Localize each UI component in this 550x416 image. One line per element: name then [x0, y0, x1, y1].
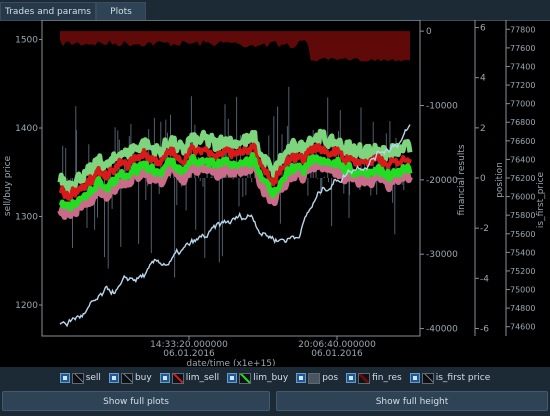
checkbox-lim-buy[interactable] [227, 373, 238, 383]
legend-item-is-first-price[interactable]: is_first price [409, 372, 491, 384]
legend-label-lim-buy: lim_buy [253, 373, 289, 383]
lim-buy-swatch-icon [239, 372, 252, 384]
left-tick-label: 1400 [15, 124, 38, 134]
first-tick-label: 77000 [510, 100, 535, 109]
pos-tick-label: -4 [480, 274, 489, 284]
legend-item-lim-sell[interactable]: lim_sell [159, 372, 220, 384]
tab-bar: Trades and params Plots [0, 0, 550, 20]
first-tick-label: 76600 [510, 137, 535, 146]
legend-label-fin-res: fin_res [372, 373, 402, 383]
show-full-height-button[interactable]: Show full height [276, 391, 548, 411]
fin-tick-label: -20000 [426, 176, 458, 186]
legend-label-pos: pos [322, 373, 339, 383]
first-tick-label: 75200 [510, 267, 535, 276]
checkbox-buy[interactable] [108, 373, 119, 383]
show-full-plots-button[interactable]: Show full plots [2, 391, 270, 411]
legend-label-buy: buy [134, 373, 152, 383]
fin-tick-label: 0 [426, 27, 432, 37]
first-axis-label: is_first_price [536, 171, 546, 228]
left-tick-label: 1500 [15, 35, 38, 45]
is-first-price-swatch-icon [421, 372, 434, 384]
pos-axis-label: position [495, 162, 505, 198]
price-chart[interactable]: 1200130014001500sell/buy price0-10000-20… [0, 20, 550, 366]
fin-axis-label: financial results [457, 144, 467, 215]
pos-tick-label: 6 [480, 24, 486, 34]
left-axis-label: sell/buy price [3, 155, 13, 216]
legend: sell buy lim_sell lim_buy pos fin_res is… [0, 368, 550, 388]
checkbox-is-first-price[interactable] [409, 373, 420, 383]
checkbox-sell[interactable] [59, 373, 70, 383]
checkbox-fin-res[interactable] [346, 373, 357, 383]
pos-tick-label: -2 [480, 224, 489, 234]
pos-tick-label: 2 [480, 124, 486, 134]
fin-res-area [60, 31, 410, 62]
tab-plots[interactable]: Plots [96, 2, 146, 20]
legend-item-pos[interactable]: pos [296, 372, 339, 384]
first-tick-label: 75000 [510, 286, 535, 295]
first-tick-label: 75800 [510, 211, 535, 220]
x-tick-date: 06.01.2016 [163, 349, 215, 359]
price-series [57, 124, 413, 328]
checkbox-pos[interactable] [296, 373, 307, 383]
first-tick-label: 77400 [510, 62, 535, 71]
first-tick-label: 74600 [510, 323, 535, 332]
pos-tick-label: 4 [480, 74, 486, 84]
fin-tick-label: -10000 [426, 102, 458, 112]
first-tick-label: 76000 [510, 193, 535, 202]
legend-item-sell[interactable]: sell [59, 372, 101, 384]
legend-label-sell: sell [85, 373, 101, 383]
pos-tick-label: 0 [480, 174, 486, 184]
left-tick-label: 1200 [15, 301, 38, 311]
first-tick-label: 76400 [510, 155, 535, 164]
fin-tick-label: -40000 [426, 325, 458, 335]
legend-item-buy[interactable]: buy [108, 372, 152, 384]
legend-item-fin-res[interactable]: fin_res [346, 372, 402, 384]
pos-swatch-icon [308, 372, 321, 384]
legend-label-lim-sell: lim_sell [185, 373, 220, 383]
buy-swatch-icon [120, 372, 133, 384]
legend-item-lim-buy[interactable]: lim_buy [227, 372, 289, 384]
first-tick-label: 76800 [510, 118, 535, 127]
first-tick-label: 74800 [510, 304, 535, 313]
first-tick-label: 75600 [510, 230, 535, 239]
checkbox-lim-sell[interactable] [159, 373, 170, 383]
lim-sell-swatch-icon [171, 372, 184, 384]
first-tick-label: 77600 [510, 44, 535, 53]
sell-swatch-icon [71, 372, 84, 384]
button-row: Show full plots Show full height [0, 389, 550, 413]
pos-tick-label: -6 [480, 324, 489, 334]
first-tick-label: 77800 [510, 25, 535, 34]
tab-trades-and-params[interactable]: Trades and params [0, 2, 96, 20]
x-axis-label: date/time (x1e+15) [186, 359, 275, 366]
fin-res-area-shape [60, 31, 410, 62]
fin-tick-label: -30000 [426, 250, 458, 260]
first-tick-label: 77200 [510, 81, 535, 90]
first-tick-label: 76200 [510, 174, 535, 183]
left-tick-label: 1300 [15, 213, 38, 223]
first-tick-label: 75400 [510, 248, 535, 257]
fin-res-swatch-icon [358, 372, 371, 384]
x-tick-date: 06.01.2016 [311, 349, 363, 359]
legend-label-is-first-price: is_first price [435, 373, 491, 383]
